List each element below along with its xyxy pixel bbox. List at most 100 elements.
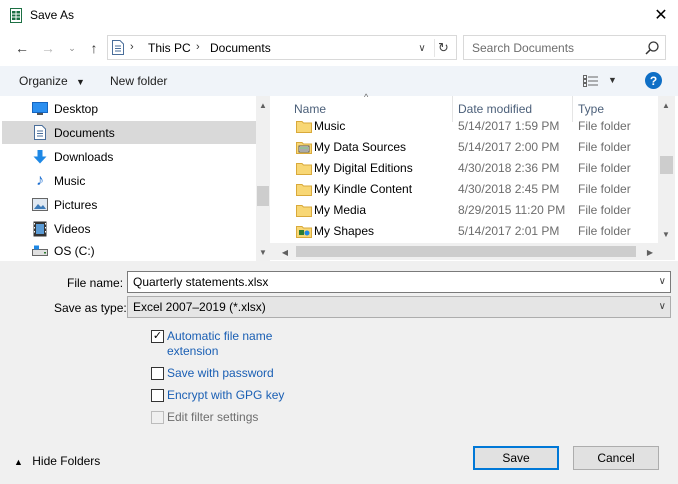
save-with-password-label[interactable]: Save with password [167, 366, 274, 380]
nav-item-label: Downloads [54, 149, 114, 164]
save-with-password-checkbox[interactable] [151, 367, 164, 380]
column-header-name[interactable]: Name [294, 102, 326, 116]
help-icon: ? [649, 73, 658, 88]
save-as-type-select[interactable]: Excel 2007–2019 (*.xlsx) ∨ [127, 296, 671, 318]
file-row[interactable]: My Data Sources 5/14/2017 2:00 PM File f… [290, 137, 658, 158]
automatic-extension-checkbox[interactable]: ✓ [151, 330, 164, 343]
chevron-down-icon[interactable]: ∨ [659, 276, 666, 287]
view-dropdown-icon[interactable]: ▼ [608, 75, 617, 85]
documents-location-icon [112, 40, 124, 55]
file-list-horizontal-scrollbar[interactable]: ◀ ▶ [270, 243, 675, 260]
view-options-icon[interactable] [583, 75, 599, 87]
edit-filter-settings-label: Edit filter settings [167, 410, 259, 424]
scrollbar-thumb[interactable] [296, 246, 636, 257]
breadcrumb-this-pc[interactable]: This PC [148, 41, 191, 55]
chevron-down-icon: ∨ [658, 301, 666, 312]
scrollbar-thumb[interactable] [660, 156, 673, 174]
folder-icon [296, 184, 312, 196]
scrollbar-thumb[interactable] [257, 186, 269, 206]
scroll-left-icon[interactable]: ◀ [278, 245, 292, 259]
checkmark-icon: ✓ [152, 330, 163, 342]
nav-item-music[interactable]: ♪ Music [2, 169, 256, 192]
file-date: 4/30/2018 2:36 PM [458, 161, 560, 175]
automatic-extension-label-line2[interactable]: extension [167, 344, 218, 358]
close-button[interactable]: ✕ [646, 2, 676, 28]
file-date: 5/14/2017 1:59 PM [458, 119, 560, 133]
file-name-field[interactable]: Quarterly statements.xlsx ∨ [127, 271, 671, 293]
nav-item-desktop[interactable]: Desktop [2, 97, 256, 120]
desktop-icon [32, 101, 48, 117]
scroll-down-icon[interactable]: ▼ [256, 245, 270, 259]
chevron-down-icon: ⌄ [68, 42, 76, 53]
column-header-type[interactable]: Type [578, 102, 604, 116]
nav-item-label: Desktop [54, 101, 99, 116]
organize-label: Organize [19, 74, 68, 88]
file-row[interactable]: My Shapes 5/14/2017 2:01 PM File folder [290, 221, 658, 242]
recent-locations-button[interactable]: ⌄ [62, 38, 82, 58]
nav-item-pictures[interactable]: Pictures [2, 193, 256, 216]
column-header-date-modified[interactable]: Date modified [458, 102, 532, 116]
scroll-right-icon[interactable]: ▶ [643, 245, 657, 259]
file-name: Music [314, 119, 346, 133]
file-date: 4/30/2018 2:45 PM [458, 182, 560, 196]
file-row[interactable]: My Digital Editions 4/30/2018 2:36 PM Fi… [290, 158, 658, 179]
folder-icon [296, 205, 312, 217]
refresh-icon: ↻ [438, 40, 449, 55]
save-button[interactable]: Save [473, 446, 559, 470]
title-bar: Save As ✕ [0, 0, 678, 31]
hide-folders-label: Hide Folders [32, 454, 101, 468]
forward-arrow-icon: → [41, 40, 55, 56]
file-date: 5/14/2017 2:00 PM [458, 140, 560, 154]
spreadsheet-app-icon [10, 8, 22, 23]
file-type: File folder [578, 203, 631, 217]
refresh-button[interactable]: ↻ [434, 39, 452, 57]
up-button[interactable]: ↑ [84, 38, 104, 58]
help-button[interactable]: ? [645, 72, 662, 89]
forward-button[interactable]: → [38, 38, 58, 58]
nav-item-os-c[interactable]: OS (C:) [2, 241, 256, 261]
chevron-up-icon: ▲ [14, 457, 23, 467]
file-row[interactable]: My Kindle Content 4/30/2018 2:45 PM File… [290, 179, 658, 200]
automatic-extension-label[interactable]: Automatic file name [167, 329, 272, 343]
search-placeholder: Search Documents [472, 41, 575, 55]
videos-icon [32, 221, 48, 237]
nav-item-videos[interactable]: Videos [2, 217, 256, 240]
file-date: 8/29/2015 11:20 PM [458, 203, 566, 217]
encrypt-gpg-label[interactable]: Encrypt with GPG key [167, 388, 284, 402]
encrypt-gpg-checkbox[interactable] [151, 389, 164, 402]
downloads-icon [32, 149, 48, 165]
file-name: My Media [314, 203, 367, 217]
nav-item-downloads[interactable]: Downloads [2, 145, 256, 168]
breadcrumb-documents[interactable]: Documents [210, 41, 271, 55]
scroll-up-icon[interactable]: ▲ [659, 98, 673, 112]
scroll-up-icon[interactable]: ▲ [256, 98, 270, 112]
file-name-value: Quarterly statements.xlsx [133, 275, 269, 289]
sort-ascending-icon: ^ [364, 92, 369, 102]
hide-folders-button[interactable]: ▲ Hide Folders [14, 454, 100, 468]
file-list-vertical-scrollbar[interactable]: ▲ ▼ [658, 96, 675, 243]
file-name: My Data Sources [314, 140, 407, 154]
back-button[interactable]: ← [12, 38, 32, 58]
file-name: My Kindle Content [314, 182, 413, 196]
breadcrumb-separator: › [196, 41, 200, 53]
address-dropdown-button[interactable]: ∨ [413, 39, 431, 57]
file-type: File folder [578, 182, 631, 196]
search-input[interactable]: Search Documents [463, 35, 666, 60]
data-sources-folder-icon [296, 142, 312, 154]
cancel-button[interactable]: Cancel [573, 446, 659, 470]
address-bar[interactable]: › This PC › Documents ∨ ↻ [107, 35, 457, 60]
new-folder-button[interactable]: New folder [110, 74, 167, 88]
search-icon [645, 41, 659, 55]
close-icon: ✕ [654, 7, 668, 24]
organize-button[interactable]: Organize ▼ [19, 74, 85, 88]
file-row[interactable]: Music 5/14/2017 1:59 PM File folder [290, 116, 658, 137]
navigation-scrollbar[interactable]: ▲ ▼ [256, 96, 270, 261]
scroll-down-icon[interactable]: ▼ [659, 227, 673, 241]
file-type: File folder [578, 224, 631, 238]
chevron-down-icon: ▼ [76, 77, 85, 87]
nav-item-documents[interactable]: Documents [2, 121, 256, 144]
folder-icon [296, 163, 312, 175]
file-row[interactable]: My Media 8/29/2015 11:20 PM File folder [290, 200, 658, 221]
file-name: My Shapes [314, 224, 375, 238]
up-arrow-icon: ↑ [90, 40, 98, 56]
